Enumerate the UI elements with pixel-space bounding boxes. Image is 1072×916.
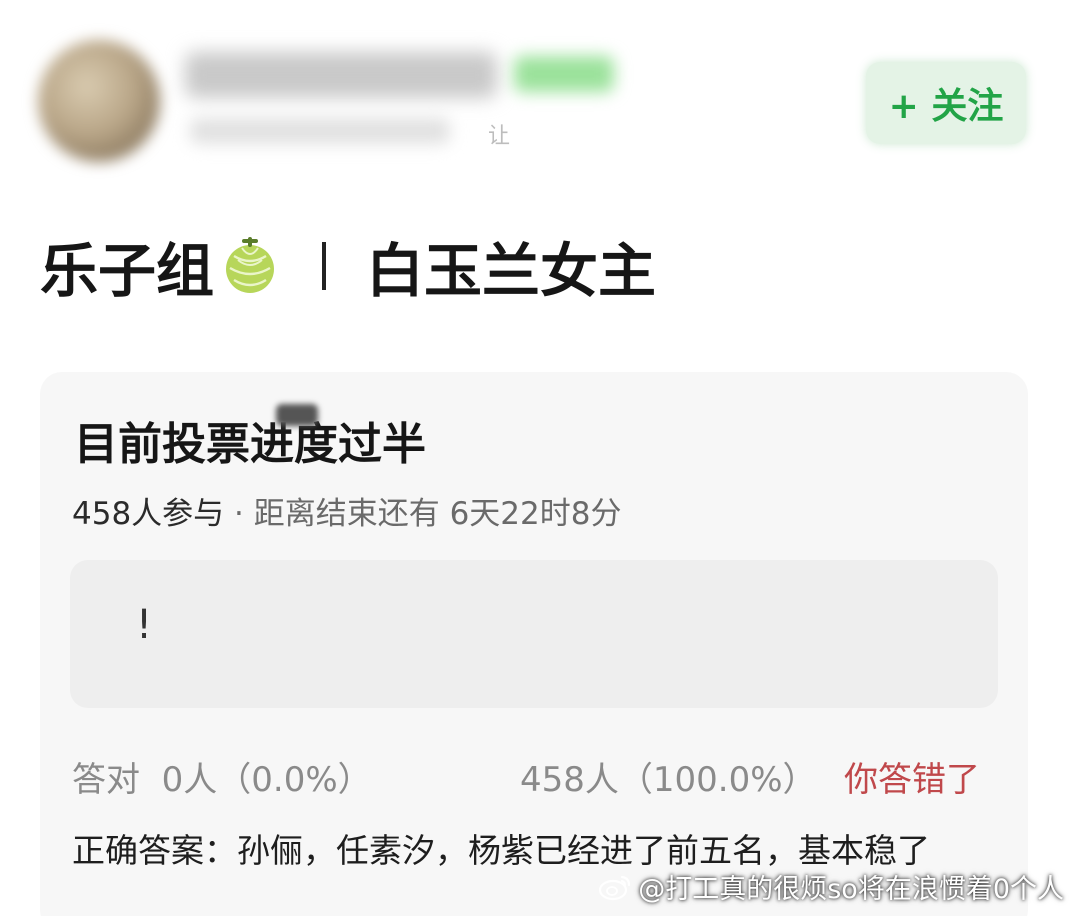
vote-option-text: !: [136, 602, 153, 648]
blurred-post-meta: [190, 118, 450, 144]
vote-title: 目前投票进度过半: [74, 419, 426, 470]
vote-option[interactable]: !: [70, 560, 998, 708]
post-header: 让 + 关注: [0, 0, 1072, 190]
vote-card: 目前投票进度过半 458人参与 · 距离结束还有 6天22时8分 ! 答对 0人…: [40, 372, 1028, 916]
vote-time-left: 距离结束还有 6天22时8分: [253, 496, 622, 532]
vote-meta: 458人参与 · 距离结束还有 6天22时8分: [72, 488, 621, 533]
watermark-text: @打工真的很烦so将在浪惯着0个人: [638, 874, 1064, 905]
post-title: 乐子组 白玉兰女主: [40, 224, 656, 308]
post-title-right: 白玉兰女主: [366, 237, 657, 305]
title-smudge: [276, 404, 318, 426]
correct-count: 0人（0.0%）: [161, 760, 372, 800]
post-meta-residue: 让: [488, 124, 511, 149]
title-divider: [322, 242, 327, 290]
melon-emoji-icon: [226, 237, 275, 293]
user-avatar[interactable]: [38, 40, 160, 162]
correct-stat: 答对 0人（0.0%）: [72, 752, 372, 801]
blurred-username[interactable]: [185, 52, 497, 98]
vote-stats-row: 答对 0人（0.0%） 458人（100.0%） 你答错了: [72, 752, 1012, 802]
follow-button[interactable]: + 关注: [866, 62, 1026, 144]
wrong-answer-tag: 你答错了: [844, 760, 980, 800]
vote-meta-separator: ·: [224, 496, 254, 532]
blurred-user-badge: [514, 56, 614, 92]
correct-label: 答对: [72, 760, 140, 800]
other-stat: 458人（100.0%）: [520, 760, 817, 800]
post-title-left: 乐子组: [40, 237, 215, 305]
watermark: @打工真的很烦so将在浪惯着0个人: [598, 867, 1064, 906]
weibo-logo-icon: [599, 875, 631, 900]
vote-participants: 458人参与: [72, 496, 225, 532]
correct-answer-text: 正确答案：孙俪，任素汐，杨紫已经进了前五名，基本稳了: [72, 831, 930, 870]
